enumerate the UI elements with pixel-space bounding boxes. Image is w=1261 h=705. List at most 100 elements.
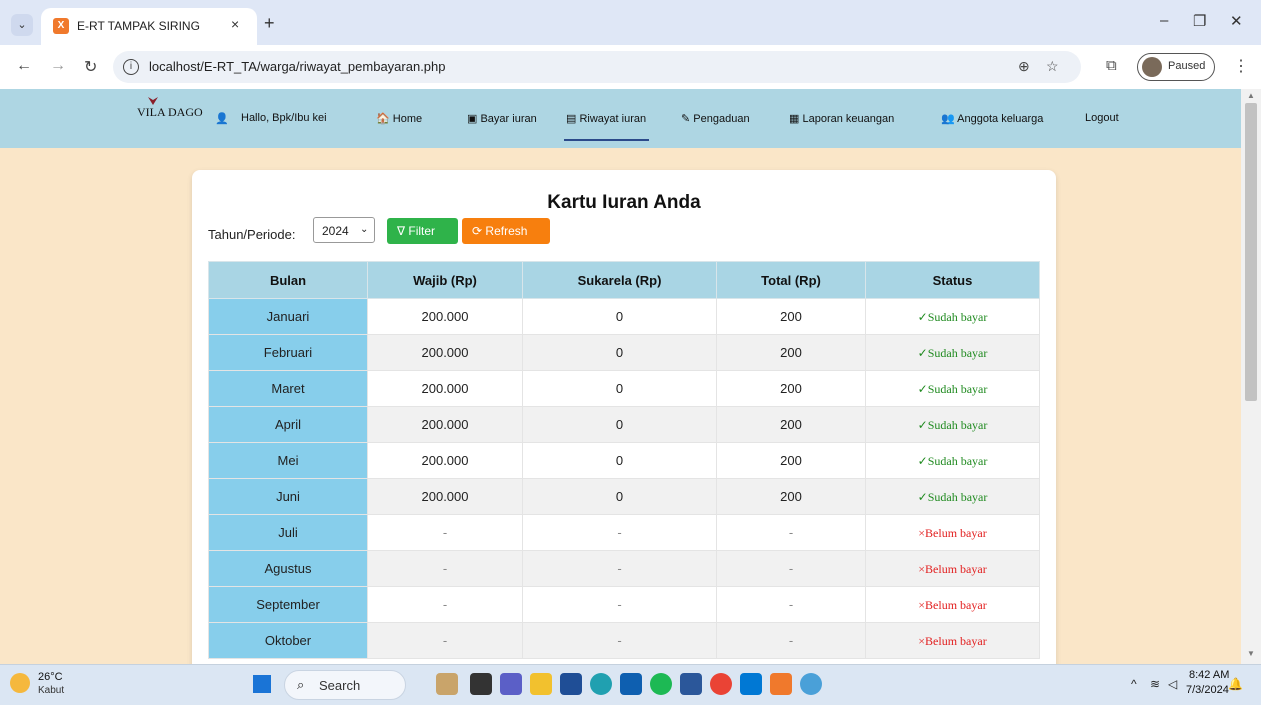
- sukarela-cell: -: [522, 586, 717, 623]
- clock-date[interactable]: 7/3/2024: [1186, 684, 1229, 696]
- notification-bell-icon[interactable]: 🔔: [1228, 677, 1243, 691]
- zoom-icon[interactable]: ⊕: [1018, 58, 1030, 75]
- refresh-button[interactable]: ⟳ Refresh: [462, 218, 550, 244]
- restore-button[interactable]: ❐: [1193, 12, 1206, 30]
- bookmark-star-icon[interactable]: ☆: [1046, 58, 1059, 75]
- month-cell-text: Maret: [271, 381, 305, 396]
- status-cell: ×Belum bayar: [865, 514, 1040, 551]
- wajib-cell: -: [367, 622, 523, 659]
- task-view-icon[interactable]: [470, 673, 492, 695]
- status-cell: ✓Sudah bayar: [865, 406, 1040, 443]
- header-sukarela: Sukarela (Rp): [522, 261, 717, 299]
- xampp-favicon-icon: X: [53, 18, 69, 34]
- table-row: Agustus - - - ×Belum bayar: [208, 550, 1040, 587]
- store-app-icon[interactable]: [560, 673, 582, 695]
- header-bulan: Bulan: [208, 261, 368, 299]
- clock-time[interactable]: 8:42 AM: [1189, 669, 1229, 681]
- refresh-button-label: Refresh: [485, 224, 528, 238]
- nav-laporan-keuangan-label: Laporan keuangan: [802, 113, 895, 125]
- file-explorer-icon[interactable]: [530, 673, 552, 695]
- tray-chevron-up-icon[interactable]: ^: [1131, 677, 1137, 691]
- scroll-down-icon[interactable]: ▼: [1247, 649, 1255, 658]
- wajib-cell-text: 200.000: [421, 417, 469, 432]
- spotify-app-icon[interactable]: [650, 673, 672, 695]
- taskbar-search[interactable]: ⌕ Search: [284, 670, 406, 700]
- teams-app-icon[interactable]: [500, 673, 522, 695]
- month-cell-text: Februari: [263, 345, 313, 360]
- wajib-cell: 200.000: [367, 406, 523, 443]
- xampp-app-icon[interactable]: [770, 673, 792, 695]
- weather-temperature[interactable]: 26°C: [38, 671, 63, 683]
- nav-riwayat-iuran[interactable]: ▤ Riwayat iuran: [566, 112, 646, 125]
- active-nav-underline: [564, 139, 649, 141]
- address-bar[interactable]: i localhost/E-RT_TA/warga/riwayat_pembay…: [113, 51, 1081, 83]
- month-cell: Mei: [208, 442, 368, 479]
- nav-anggota-keluarga[interactable]: 👥 Anggota keluarga: [941, 112, 1043, 125]
- misc-app-icon[interactable]: [800, 673, 822, 695]
- wajib-cell-text: 200.000: [421, 309, 469, 324]
- back-arrow-icon[interactable]: ←: [16, 57, 32, 75]
- status-cell: ✓Sudah bayar: [865, 298, 1040, 335]
- sukarela-cell-text: 0: [615, 345, 624, 360]
- site-info-icon[interactable]: i: [123, 59, 139, 75]
- year-select[interactable]: 2024 ⌄: [313, 217, 375, 243]
- browser-tab[interactable]: X E-RT TAMPAK SIRING ×: [41, 8, 257, 45]
- month-cell: September: [208, 586, 368, 623]
- total-cell: 200: [716, 442, 866, 479]
- edge-browser-icon[interactable]: [590, 673, 612, 695]
- weather-icon[interactable]: [10, 673, 30, 693]
- scroll-thumb[interactable]: [1245, 103, 1257, 401]
- month-cell: Maret: [208, 370, 368, 407]
- filter-button[interactable]: ∇ Filter: [387, 218, 458, 244]
- wajib-cell: 200.000: [367, 370, 523, 407]
- total-cell: 200: [716, 298, 866, 335]
- status-cell: ×Belum bayar: [865, 550, 1040, 587]
- nav-home[interactable]: 🏠 Home: [376, 112, 422, 125]
- profile-button[interactable]: Paused: [1137, 53, 1215, 81]
- wifi-icon[interactable]: ≋: [1150, 677, 1160, 691]
- minimize-button[interactable]: –: [1160, 12, 1168, 29]
- weather-description[interactable]: Kabut: [38, 685, 64, 696]
- close-window-button[interactable]: ✕: [1230, 12, 1243, 30]
- money-icon: ▣: [467, 113, 478, 125]
- reload-icon[interactable]: ↻: [84, 57, 97, 77]
- mail-app-icon[interactable]: [620, 673, 642, 695]
- browser-menu-icon[interactable]: ⋮: [1233, 56, 1249, 76]
- nav-pengaduan-label: Pengaduan: [693, 113, 750, 125]
- vscode-app-icon[interactable]: [740, 673, 762, 695]
- status-cell: ✓Sudah bayar: [865, 442, 1040, 479]
- header-total: Total (Rp): [716, 261, 866, 299]
- tab-search-button[interactable]: ⌄: [11, 14, 33, 36]
- sukarela-cell: -: [522, 514, 717, 551]
- chevron-down-icon: ⌄: [360, 224, 369, 235]
- nav-logout[interactable]: Logout: [1085, 112, 1119, 124]
- chrome-app-icon[interactable]: [710, 673, 732, 695]
- scroll-up-icon[interactable]: ▲: [1247, 91, 1255, 100]
- volume-icon[interactable]: ◁: [1168, 677, 1177, 691]
- wajib-cell-text: -: [442, 525, 448, 540]
- word-app-icon[interactable]: [680, 673, 702, 695]
- page-scrollbar[interactable]: ▲ ▼: [1241, 89, 1261, 664]
- wajib-cell-text: 200.000: [421, 345, 469, 360]
- wajib-cell-text: 200.000: [421, 489, 469, 504]
- extensions-icon[interactable]: ⧉: [1106, 57, 1117, 74]
- windows-start-icon[interactable]: [253, 675, 271, 693]
- nav-bayar-iuran[interactable]: ▣ Bayar iuran: [467, 112, 537, 125]
- profile-status: Paused: [1168, 60, 1206, 72]
- table-row: Mei 200.000 0 200 ✓Sudah bayar: [208, 442, 1040, 479]
- logo[interactable]: VILA DAGO: [137, 105, 203, 120]
- widgets-app-icon[interactable]: [436, 673, 458, 695]
- wajib-cell: 200.000: [367, 478, 523, 515]
- tab-close-icon[interactable]: ×: [231, 16, 239, 32]
- wajib-cell-text: -: [442, 633, 448, 648]
- tab-title: E-RT TAMPAK SIRING: [77, 19, 200, 33]
- sukarela-cell: 0: [522, 334, 717, 371]
- url-text[interactable]: localhost/E-RT_TA/warga/riwayat_pembayar…: [149, 59, 446, 74]
- nav-home-label: Home: [392, 113, 423, 125]
- nav-pengaduan[interactable]: ✎ Pengaduan: [681, 112, 750, 125]
- new-tab-button[interactable]: +: [264, 13, 275, 34]
- status-cell-text: ×Belum bayar: [918, 525, 987, 540]
- nav-laporan-keuangan[interactable]: ▦ Laporan keuangan: [789, 112, 894, 125]
- sukarela-cell-text: 0: [615, 453, 624, 468]
- forward-arrow-icon[interactable]: →: [50, 57, 66, 75]
